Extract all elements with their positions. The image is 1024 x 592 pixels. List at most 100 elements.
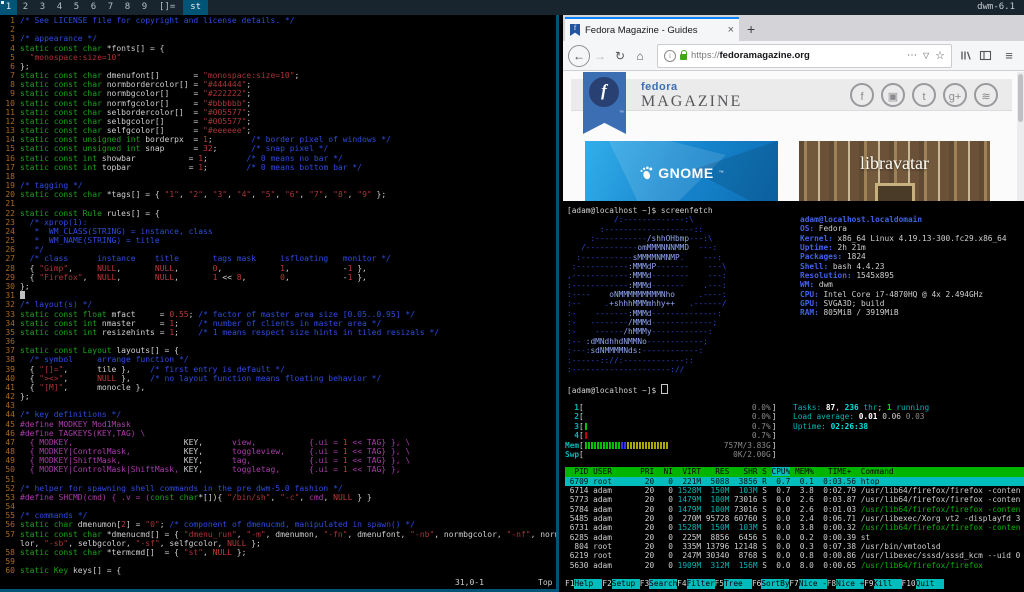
- code-line: 58static const char *termcmd[] = { "st",…: [2, 548, 556, 557]
- new-tab-button[interactable]: +: [747, 17, 755, 41]
- sidebar-icon[interactable]: [979, 49, 999, 62]
- fkey-f3[interactable]: F3: [640, 579, 649, 589]
- vim-cursor: [20, 291, 25, 299]
- fkey-label[interactable]: Nice +: [836, 579, 864, 589]
- fkey-f6[interactable]: F6: [752, 579, 761, 589]
- tab-close-icon[interactable]: ×: [728, 25, 734, 35]
- site-brand[interactable]: fedora MAGAZINE: [641, 81, 742, 111]
- process-row[interactable]: 6709 root 20 0 221M 5088 3856 R 0.7 0.1 …: [565, 477, 1024, 486]
- menu-hamburger-icon[interactable]: ≡: [999, 48, 1019, 63]
- fedora-ribbon-logo[interactable]: f ™: [583, 72, 626, 134]
- bar-tag-5[interactable]: 5: [68, 0, 85, 15]
- fkey-f1[interactable]: F1: [565, 579, 574, 589]
- code-line: 9static const char normbgcolor[] = "#222…: [2, 89, 556, 98]
- article-card-gnome[interactable]: GNOME ™: [585, 141, 778, 201]
- fkey-f8[interactable]: F8: [827, 579, 836, 589]
- code-line: 57static const char *dmenucmd[] = { "dme…: [2, 530, 556, 539]
- code-line: 24 * WM_CLASS(STRING) = instance, class: [2, 227, 556, 236]
- bar-tag-1[interactable]: 1: [0, 0, 17, 15]
- page-actions-icon[interactable]: ⋯: [907, 50, 917, 61]
- page-info-icon[interactable]: i: [664, 50, 676, 62]
- pocket-icon[interactable]: ▽: [923, 51, 929, 60]
- bar-tag-3[interactable]: 3: [34, 0, 51, 15]
- instagram-icon[interactable]: ▣: [881, 83, 905, 107]
- focused-window-title: st: [183, 0, 208, 15]
- library-icon[interactable]: [959, 49, 979, 62]
- back-button[interactable]: ←: [568, 45, 590, 67]
- forward-button[interactable]: →: [590, 49, 610, 63]
- process-row[interactable]: 6731 adam 20 0 1528M 150M 103M S 0.0 3.8…: [565, 523, 1024, 532]
- browser-tab[interactable]: f Fedora Magazine - Guides ×: [565, 17, 739, 41]
- fkey-f4[interactable]: F4: [677, 579, 686, 589]
- https-lock-icon[interactable]: [680, 54, 687, 60]
- reload-button[interactable]: ↻: [610, 49, 630, 63]
- screenfetch-terminal-window[interactable]: [adam@localhost ~]$ screenfetch /:------…: [563, 203, 1024, 399]
- bar-tag-4[interactable]: 4: [51, 0, 68, 15]
- ascii-art-line: :---------------------://: [567, 365, 1024, 374]
- fkey-label[interactable]: Filter: [687, 579, 715, 589]
- trademark-mark: ™: [619, 110, 624, 116]
- code-line: 19/* tagging */: [2, 181, 556, 190]
- bookmark-star-icon[interactable]: ☆: [935, 49, 945, 62]
- rss-icon[interactable]: ≋: [974, 83, 998, 107]
- url-scheme: https://: [691, 50, 720, 61]
- process-row[interactable]: 5630 adam 20 0 1909M 312M 156M S 0.0 8.0…: [565, 561, 1024, 570]
- process-row[interactable]: 804 root 20 0 335M 13796 12148 S 0.0 0.3…: [565, 542, 1024, 551]
- bar-tag-2[interactable]: 2: [17, 0, 34, 15]
- process-table-header[interactable]: PID USER PRI NI VIRT RES SHR S CPU% MEM%…: [565, 467, 1024, 476]
- process-row[interactable]: 6219 root 20 0 247M 30340 8768 S 0.0 0.8…: [565, 551, 1024, 560]
- process-row[interactable]: 5485 adam 20 0 270M 95728 60760 S 0.0 2.…: [565, 514, 1024, 523]
- fkey-label[interactable]: Nice -: [799, 579, 827, 589]
- tab-bar: f Fedora Magazine - Guides × +: [563, 15, 1024, 41]
- system-info-line: WM: dwm: [800, 280, 1007, 289]
- process-row[interactable]: 5773 adam 20 0 1479M 100M 73016 S 0.0 2.…: [565, 495, 1024, 504]
- fkey-f7[interactable]: F7: [789, 579, 798, 589]
- code-line: 7static const char dmenufont[] = "monosp…: [2, 71, 556, 80]
- bar-tag-8[interactable]: 8: [119, 0, 136, 15]
- fkey-label[interactable]: Setup: [612, 579, 640, 589]
- fkey-f9[interactable]: F9: [864, 579, 873, 589]
- fkey-f2[interactable]: F2: [602, 579, 611, 589]
- home-button[interactable]: ⌂: [630, 49, 650, 63]
- page-content: f ™ fedora MAGAZINE f ▣ t g+ ≋ GNOME ™: [563, 72, 1024, 201]
- fkey-f5[interactable]: F5: [715, 579, 724, 589]
- fkey-label[interactable]: Tree: [724, 579, 752, 589]
- code-line: 12static const char selbgcolor[] = "#005…: [2, 117, 556, 126]
- browser-scrollbar[interactable]: [1017, 72, 1024, 201]
- shell-command-line: [adam@localhost ~]$ screenfetch: [567, 206, 1024, 215]
- meter-mem: Mem[757M/3.83G]: [565, 441, 1024, 450]
- code-line: 55/* commands */: [2, 511, 556, 520]
- bar-tag-6[interactable]: 6: [85, 0, 102, 15]
- system-info-line: Uptime: 2h 21m: [800, 243, 1007, 252]
- fkey-label[interactable]: SortBy: [761, 579, 789, 589]
- gnome-foot-icon: [639, 166, 653, 180]
- bar-tag-7[interactable]: 7: [102, 0, 119, 15]
- article-card-libravatar[interactable]: libravatar: [799, 141, 990, 201]
- google-plus-icon[interactable]: g+: [943, 83, 967, 107]
- code-line: 8static const char normbordercolor[] = "…: [2, 80, 556, 89]
- url-text[interactable]: https://fedoramagazine.org: [691, 50, 810, 61]
- scrollbar-thumb[interactable]: [1018, 74, 1023, 122]
- fkey-label[interactable]: Help: [574, 579, 602, 589]
- system-info-line: CPU: Intel Core i7-4870HQ @ 4x 2.494GHz: [800, 290, 1007, 299]
- htop-terminal-window[interactable]: 1[0.0%]2[0.0%]3[0.7%]4[0.7%]Mem[757M/3.8…: [563, 401, 1024, 592]
- fkey-f10[interactable]: F10: [902, 579, 916, 589]
- code-line: 48 { MODKEY|ControlMask, KEY, toggleview…: [2, 447, 556, 456]
- code-line: 54: [2, 502, 556, 511]
- fkey-label[interactable]: Quit: [916, 579, 944, 589]
- code-line: 27 /* class instance title tags mask isf…: [2, 254, 556, 263]
- bar-tag-9[interactable]: 9: [136, 0, 153, 15]
- fkey-label[interactable]: Search: [649, 579, 677, 589]
- fkey-label[interactable]: Kill: [874, 579, 902, 589]
- layout-symbol[interactable]: []=: [153, 0, 181, 15]
- process-row[interactable]: 6714 adam 20 0 1528M 150M 103M S 0.7 3.8…: [565, 486, 1024, 495]
- system-info-line: Packages: 1824: [800, 252, 1007, 261]
- process-row[interactable]: 6285 adam 20 0 225M 8856 6456 S 0.0 0.2 …: [565, 533, 1024, 542]
- facebook-icon[interactable]: f: [850, 83, 874, 107]
- shell-prompt[interactable]: [adam@localhost ~]$: [567, 384, 1024, 393]
- vim-terminal-window[interactable]: 1/* See LICENSE file for copyright and l…: [0, 15, 559, 592]
- url-bar[interactable]: i https://fedoramagazine.org ⋯ ▽ ☆: [657, 44, 952, 68]
- process-row[interactable]: 5784 adam 20 0 1479M 100M 73016 S 0.0 2.…: [565, 505, 1024, 514]
- vim-editor[interactable]: 1/* See LICENSE file for copyright and l…: [2, 16, 556, 577]
- twitter-icon[interactable]: t: [912, 83, 936, 107]
